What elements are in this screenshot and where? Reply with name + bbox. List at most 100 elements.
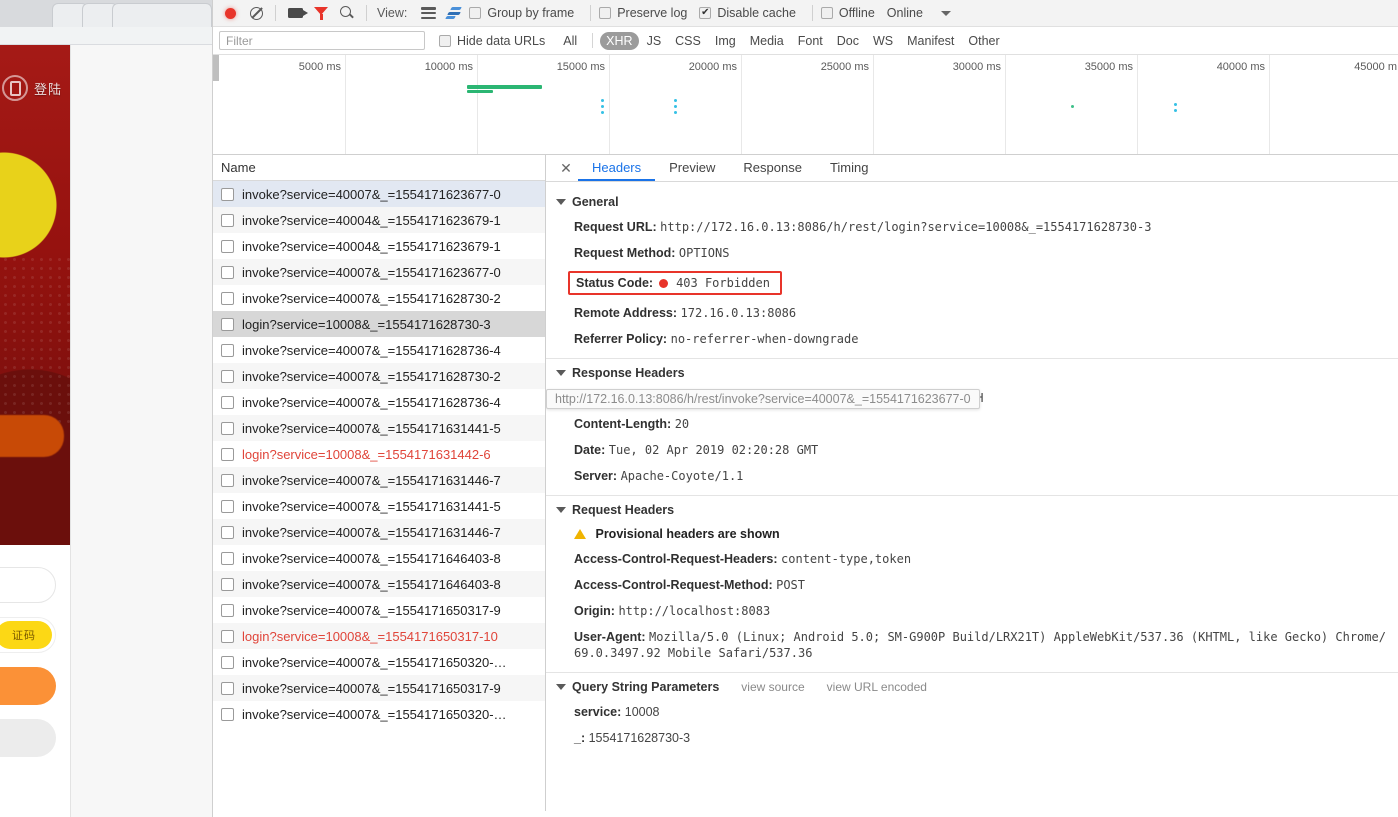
preserve-log-toggle[interactable]: Preserve log [599, 6, 687, 20]
request-name: invoke?service=40007&_=1554171650317-9 [242, 602, 501, 618]
request-list[interactable]: invoke?service=40007&_=1554171623677-0 i… [213, 181, 545, 811]
header-value: 172.16.0.13:8086 [680, 306, 797, 320]
table-row[interactable]: invoke?service=40007&_=1554171623677-0 [213, 181, 545, 207]
table-row[interactable]: invoke?service=40007&_=1554171628730-2 [213, 363, 545, 389]
table-row[interactable]: invoke?service=40007&_=1554171650317-9 [213, 597, 545, 623]
network-overview-timeline[interactable]: 5000 ms 10000 ms 15000 ms 20000 ms 25000… [213, 55, 1398, 155]
type-filter-css[interactable]: CSS [669, 32, 707, 50]
table-row-error[interactable]: login?service=10008&_=1554171650317-10 [213, 623, 545, 649]
record-button[interactable] [217, 1, 243, 25]
row-checkbox[interactable] [221, 525, 234, 539]
filter-toggle-button[interactable] [308, 1, 334, 25]
search-button[interactable] [334, 1, 360, 25]
row-checkbox[interactable] [221, 291, 234, 305]
row-checkbox[interactable] [221, 473, 234, 487]
tab-headers[interactable]: Headers [578, 155, 656, 181]
throttling-value[interactable]: Online [887, 6, 923, 20]
header-key: Request URL: [574, 220, 657, 234]
table-row[interactable]: invoke?service=40007&_=1554171631441-5 [213, 415, 545, 441]
row-checkbox[interactable] [221, 447, 234, 461]
row-checkbox[interactable] [221, 187, 234, 201]
row-checkbox[interactable] [221, 421, 234, 435]
table-row[interactable]: invoke?service=40007&_=1554171628730-2 [213, 285, 545, 311]
row-checkbox[interactable] [221, 551, 234, 565]
table-row[interactable]: invoke?service=40004&_=1554171623679-1 [213, 207, 545, 233]
type-filter-doc[interactable]: Doc [831, 32, 865, 50]
view-waterfall-button[interactable] [441, 1, 467, 25]
type-filter-all[interactable]: All [557, 32, 583, 50]
disable-cache-toggle[interactable]: Disable cache [699, 6, 796, 20]
table-row[interactable]: invoke?service=40007&_=1554171646403-8 [213, 545, 545, 571]
table-row[interactable]: invoke?service=40007&_=1554171631441-5 [213, 493, 545, 519]
row-checkbox[interactable] [221, 707, 234, 721]
filter-input[interactable] [219, 31, 425, 50]
row-checkbox[interactable] [221, 499, 234, 513]
row-checkbox[interactable] [221, 577, 234, 591]
section-general[interactable]: General [546, 190, 1398, 214]
send-code-button[interactable]: 证码 [0, 621, 52, 649]
section-query-string[interactable]: Query String Parameters view source view… [546, 675, 1398, 699]
hide-data-urls-checkbox[interactable] [439, 34, 451, 47]
table-row[interactable]: invoke?service=40007&_=1554171631446-7 [213, 519, 545, 545]
row-checkbox[interactable] [221, 629, 234, 643]
row-checkbox[interactable] [221, 265, 234, 279]
type-filter-img[interactable]: Img [709, 32, 742, 50]
table-row-selected[interactable]: login?service=10008&_=1554171628730-3 [213, 311, 545, 337]
browser-tab-active[interactable] [112, 3, 212, 27]
clear-button[interactable] [243, 1, 269, 25]
table-row[interactable]: invoke?service=40007&_=1554171650320-… [213, 701, 545, 727]
row-checkbox[interactable] [221, 655, 234, 669]
row-checkbox[interactable] [221, 603, 234, 617]
preserve-log-checkbox[interactable] [599, 7, 612, 19]
view-list-button[interactable] [415, 1, 441, 25]
secondary-button[interactable] [0, 719, 56, 757]
close-icon[interactable]: ✕ [554, 155, 578, 181]
row-checkbox[interactable] [221, 239, 234, 253]
verify-code-input[interactable]: 证码 [0, 617, 56, 653]
type-filter-other[interactable]: Other [962, 32, 1005, 50]
group-by-frame-checkbox[interactable] [469, 7, 482, 19]
offline-checkbox[interactable] [820, 7, 833, 19]
header-value: http://localhost:8083 [618, 604, 771, 618]
login-badge[interactable]: 登陆 [2, 73, 70, 103]
row-checkbox[interactable] [221, 317, 234, 331]
section-request-headers[interactable]: Request Headers [546, 498, 1398, 522]
type-filter-ws[interactable]: WS [867, 32, 899, 50]
table-row[interactable]: invoke?service=40007&_=1554171650320-… [213, 649, 545, 675]
group-by-frame-toggle[interactable]: Group by frame [469, 6, 574, 20]
table-row[interactable]: invoke?service=40007&_=1554171628736-4 [213, 337, 545, 363]
tab-response[interactable]: Response [729, 155, 816, 181]
type-filter-media[interactable]: Media [744, 32, 790, 50]
table-row[interactable]: invoke?service=40007&_=1554171646403-8 [213, 571, 545, 597]
type-filter-xhr[interactable]: XHR [600, 31, 639, 50]
table-row[interactable]: invoke?service=40004&_=1554171623679-1 [213, 233, 545, 259]
type-filter-font[interactable]: Font [792, 32, 829, 50]
tab-timing[interactable]: Timing [816, 155, 883, 181]
row-checkbox[interactable] [221, 681, 234, 695]
table-row[interactable]: invoke?service=40007&_=1554171623677-0 [213, 259, 545, 285]
row-checkbox[interactable] [221, 343, 234, 357]
login-submit-button[interactable] [0, 667, 56, 705]
phone-input[interactable] [0, 567, 56, 603]
request-list-header[interactable]: Name [213, 155, 545, 181]
hide-data-urls-toggle[interactable]: Hide data URLs [439, 34, 545, 48]
row-checkbox[interactable] [221, 213, 234, 227]
type-filter-manifest[interactable]: Manifest [901, 32, 960, 50]
view-url-encoded-link[interactable]: view URL encoded [827, 680, 927, 694]
capture-screenshots-button[interactable] [282, 1, 308, 25]
row-checkbox[interactable] [221, 369, 234, 383]
chevron-down-icon[interactable] [940, 10, 951, 16]
tab-preview[interactable]: Preview [655, 155, 729, 181]
toolbar-divider [811, 5, 813, 21]
view-source-link[interactable]: view source [741, 680, 804, 694]
section-response-headers[interactable]: Response Headers [546, 361, 1398, 385]
type-filter-js[interactable]: JS [641, 32, 668, 50]
offline-toggle[interactable]: Offline [820, 6, 875, 20]
row-checkbox[interactable] [221, 395, 234, 409]
header-row: Origin: http://localhost:8083 [546, 598, 1398, 624]
table-row[interactable]: invoke?service=40007&_=1554171628736-4 [213, 389, 545, 415]
table-row[interactable]: invoke?service=40007&_=1554171631446-7 [213, 467, 545, 493]
table-row[interactable]: invoke?service=40007&_=1554171650317-9 [213, 675, 545, 701]
disable-cache-checkbox[interactable] [699, 7, 712, 19]
table-row-error[interactable]: login?service=10008&_=1554171631442-6 [213, 441, 545, 467]
